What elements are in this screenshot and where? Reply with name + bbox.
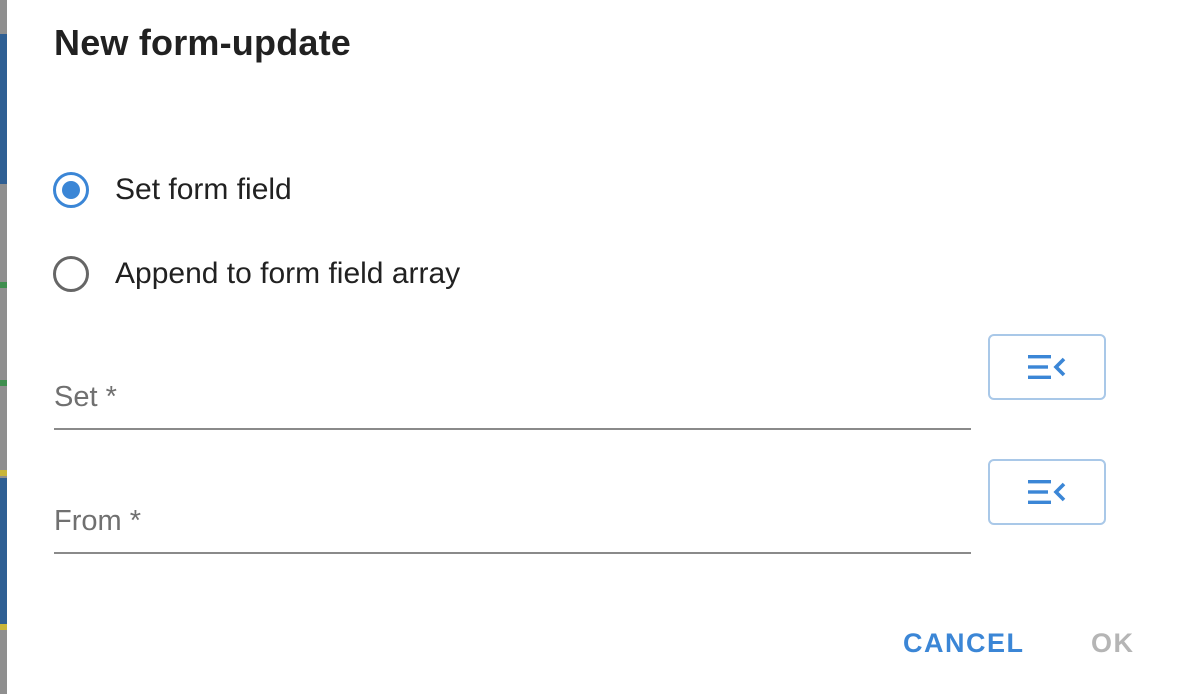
radio-unchecked-icon[interactable]: [53, 256, 89, 292]
set-picker-button[interactable]: [988, 334, 1106, 400]
radio-label-append-to-array: Append to form field array: [115, 257, 461, 290]
set-input[interactable]: [54, 370, 971, 428]
from-input[interactable]: [54, 494, 971, 552]
cancel-button[interactable]: CANCEL: [903, 628, 1025, 659]
radio-option-append-to-array[interactable]: Append to form field array: [53, 256, 460, 292]
from-picker-button[interactable]: [988, 459, 1106, 525]
background-page-edge: [0, 0, 7, 694]
list-collapse-icon: [1028, 480, 1066, 504]
new-form-update-dialog: New form-update Set form field Append to…: [7, 0, 1204, 694]
list-collapse-icon: [1028, 355, 1066, 379]
dialog-title: New form-update: [54, 22, 352, 63]
ok-button[interactable]: OK: [1091, 628, 1135, 659]
radio-checked-icon[interactable]: [53, 172, 89, 208]
from-field[interactable]: From *: [54, 494, 971, 554]
page: New form-update Set form field Append to…: [0, 0, 1204, 694]
radio-option-set-form-field[interactable]: Set form field: [53, 172, 292, 208]
radio-label-set-form-field: Set form field: [115, 173, 292, 206]
set-field[interactable]: Set *: [54, 370, 971, 430]
